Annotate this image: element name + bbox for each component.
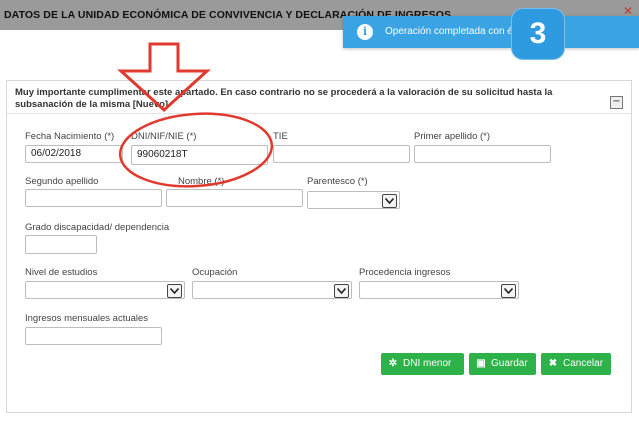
- annotation-overlay: [117, 42, 274, 188]
- red-circle-annotation: [118, 112, 274, 188]
- red-arrow-annotation: [117, 42, 211, 113]
